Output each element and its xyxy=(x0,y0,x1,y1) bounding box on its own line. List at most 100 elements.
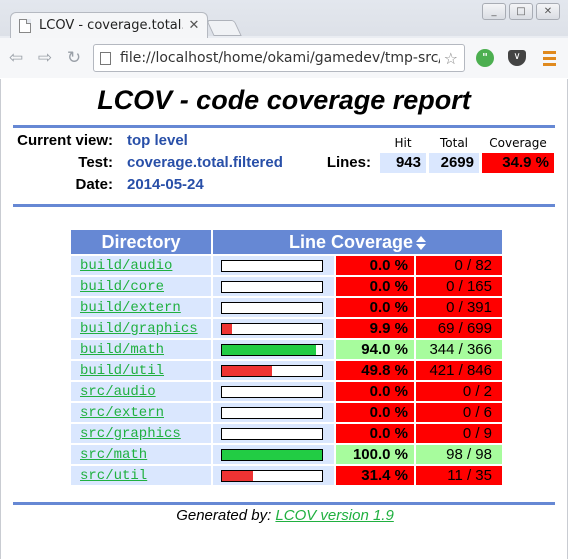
coverage-bar-cell xyxy=(213,382,334,401)
directory-link[interactable]: build/audio xyxy=(80,258,172,274)
browser-tab[interactable]: LCOV - coverage.total.filtered ✕ xyxy=(10,12,208,38)
directory-link[interactable]: build/graphics xyxy=(80,321,198,337)
divider xyxy=(13,125,555,128)
coverage-bar-cell xyxy=(213,319,334,338)
line-count: 11 / 35 xyxy=(416,466,502,485)
date-label: Date: xyxy=(75,176,113,193)
coverage-percent: 0.0 % xyxy=(336,403,414,422)
footer-prefix: Generated by: xyxy=(176,507,272,524)
directory-column-header: Directory xyxy=(71,230,211,254)
table-header-row: Directory Line Coverage xyxy=(71,230,502,254)
directory-cell: build/math xyxy=(71,340,211,359)
coverage-bar-cell xyxy=(213,361,334,380)
bookmark-star-icon[interactable]: ☆ xyxy=(444,49,458,68)
directory-link[interactable]: build/util xyxy=(80,363,164,379)
date-value: 2014-05-24 xyxy=(127,176,204,193)
forward-arrow-icon[interactable]: ⇨ xyxy=(32,45,58,71)
coverage-bar-fill xyxy=(222,344,316,355)
line-coverage-column-header[interactable]: Line Coverage xyxy=(213,230,502,254)
coverage-bar-cell xyxy=(213,403,334,422)
directory-link[interactable]: src/graphics xyxy=(80,426,181,442)
directory-cell: build/extern xyxy=(71,298,211,317)
coverage-percent: 0.0 % xyxy=(336,424,414,443)
directory-cell: src/math xyxy=(71,445,211,464)
coverage-percent: 0.0 % xyxy=(336,256,414,275)
hangouts-extension-icon[interactable]: " xyxy=(473,46,497,70)
directory-link[interactable]: src/extern xyxy=(80,405,164,421)
divider xyxy=(13,204,555,207)
tab-title: LCOV - coverage.total.filtered xyxy=(39,18,183,33)
divider xyxy=(13,502,555,505)
pocket-extension-icon[interactable]: ∨ xyxy=(505,46,529,70)
page-content: LCOV - code coverage report Current view… xyxy=(0,79,568,559)
coverage-percent: 31.4 % xyxy=(336,466,414,485)
back-arrow-icon[interactable]: ⇦ xyxy=(3,45,29,71)
page-icon xyxy=(100,51,111,65)
coverage-bar xyxy=(221,469,323,482)
coverage-bar-fill xyxy=(222,365,272,376)
coverage-percent: 9.9 % xyxy=(336,319,414,338)
coverage-table: Directory Line Coverage build/audio 0.0 %… xyxy=(69,228,504,487)
sort-icon[interactable] xyxy=(416,235,427,250)
directory-link[interactable]: src/audio xyxy=(80,384,156,400)
table-row: src/math 100.0 % 98 / 98 xyxy=(71,445,502,464)
maximize-button[interactable]: □ xyxy=(509,3,533,20)
coverage-percent: 100.0 % xyxy=(336,445,414,464)
line-count: 344 / 366 xyxy=(416,340,502,359)
table-row: build/math 94.0 % 344 / 366 xyxy=(71,340,502,359)
page-icon xyxy=(19,18,31,33)
directory-cell: src/extern xyxy=(71,403,211,422)
coverage-bar xyxy=(221,448,323,461)
address-bar[interactable]: file://localhost/home/okami/gamedev/tmp-… xyxy=(93,44,465,72)
minimize-button[interactable]: _ xyxy=(482,3,506,20)
coverage-percent: 94.0 % xyxy=(336,340,414,359)
coverage-percent: 0.0 % xyxy=(336,298,414,317)
table-row: src/extern 0.0 % 0 / 6 xyxy=(71,403,502,422)
coverage-percent: 49.8 % xyxy=(336,361,414,380)
url-text[interactable]: file://localhost/home/okami/gamedev/tmp-… xyxy=(120,50,440,66)
directory-cell: build/core xyxy=(71,277,211,296)
directory-cell: build/graphics xyxy=(71,319,211,338)
coverage-bar-cell xyxy=(213,277,334,296)
coverage-value: 34.9 % xyxy=(482,153,554,173)
table-row: src/util 31.4 % 11 / 35 xyxy=(71,466,502,485)
hit-value: 943 xyxy=(380,153,426,173)
toolbar: ⇦ ⇨ ↻ file://localhost/home/okami/gamede… xyxy=(0,38,568,78)
new-tab-button[interactable] xyxy=(206,20,242,36)
coverage-header: Coverage xyxy=(489,136,547,150)
coverage-bar xyxy=(221,259,323,272)
line-count: 421 / 846 xyxy=(416,361,502,380)
close-window-button[interactable]: ✕ xyxy=(536,3,560,20)
directory-link[interactable]: build/math xyxy=(80,342,164,358)
line-count: 98 / 98 xyxy=(416,445,502,464)
coverage-bar xyxy=(221,301,323,314)
coverage-bar-cell xyxy=(213,340,334,359)
coverage-bar xyxy=(221,343,323,356)
directory-link[interactable]: src/math xyxy=(80,447,147,463)
footer: Generated by: LCOV version 1.9 xyxy=(1,507,568,524)
directory-link[interactable]: src/util xyxy=(80,468,147,484)
lcov-version-link[interactable]: LCOV version 1.9 xyxy=(275,507,393,524)
total-value: 2699 xyxy=(429,153,479,173)
table-row: build/audio 0.0 % 0 / 82 xyxy=(71,256,502,275)
coverage-bar xyxy=(221,280,323,293)
current-view-label: Current view: xyxy=(17,132,113,149)
directory-link[interactable]: build/core xyxy=(80,279,164,295)
test-label: Test: xyxy=(78,154,113,171)
menu-icon[interactable] xyxy=(537,46,561,70)
directory-link[interactable]: build/extern xyxy=(80,300,181,316)
coverage-bar-fill xyxy=(222,470,254,481)
coverage-bar xyxy=(221,406,323,419)
table-row: src/audio 0.0 % 0 / 2 xyxy=(71,382,502,401)
browser-chrome: LCOV - coverage.total.filtered ✕ _ □ ✕ ⇦… xyxy=(0,0,568,78)
coverage-bar xyxy=(221,385,323,398)
coverage-bar-cell xyxy=(213,298,334,317)
lines-label: Lines: xyxy=(326,154,371,171)
test-value: coverage.total.filtered xyxy=(127,154,283,171)
line-count: 0 / 165 xyxy=(416,277,502,296)
close-tab-icon[interactable]: ✕ xyxy=(187,18,201,33)
coverage-bar xyxy=(221,364,323,377)
directory-cell: src/graphics xyxy=(71,424,211,443)
coverage-bar-cell xyxy=(213,466,334,485)
reload-icon[interactable]: ↻ xyxy=(61,45,87,71)
